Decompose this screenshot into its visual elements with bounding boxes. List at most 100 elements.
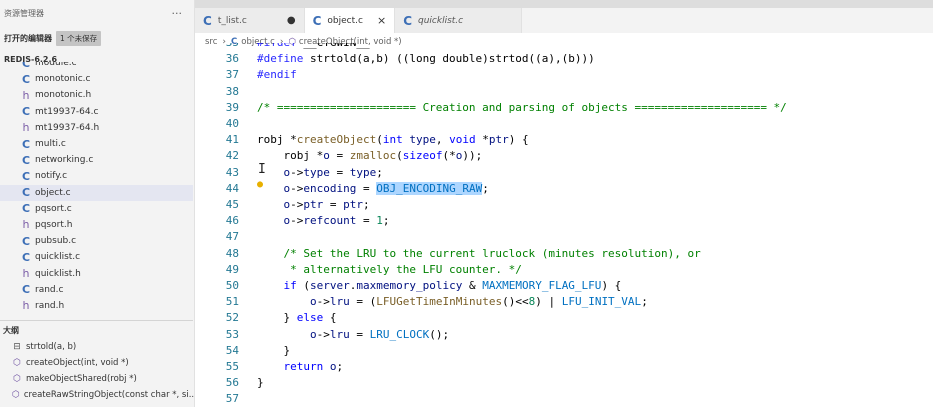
file-item[interactable]: Cnotify.c xyxy=(0,168,193,184)
code-line[interactable]: 38 xyxy=(195,84,933,100)
explorer-title: 资源管理器 xyxy=(4,8,44,18)
file-name: rand.h xyxy=(35,300,65,311)
line-number: 41 xyxy=(225,133,239,147)
outline-panel: 大纲 ⊟ strtold(a, b) ⬡ createObject(int, void… xyxy=(0,320,194,407)
file-name: pubsub.c xyxy=(35,236,77,247)
file-item[interactable]: h rand.h xyxy=(0,298,193,314)
tab-t-list-c[interactable]: Ct_list.c ● xyxy=(195,8,305,33)
function-icon: ⬡ xyxy=(13,358,21,368)
c-file-icon: C xyxy=(21,105,31,119)
code-line[interactable]: 40 xyxy=(195,116,933,132)
file-name: mt19937-64.h xyxy=(35,122,100,133)
line-number: 54 xyxy=(225,343,239,357)
code-line[interactable]: 48 /* Set the LRU to the current lrucloc… xyxy=(195,246,933,262)
code-line[interactable]: 37 #endif xyxy=(195,67,933,83)
file-item[interactable]: Cnetworking.c xyxy=(0,152,193,168)
code-text: #endif xyxy=(257,68,297,82)
file-item[interactable]: Cobject.c xyxy=(0,184,193,201)
code-editor[interactable]: 35 #ifdef __CYGWIN__ 36 #define strtold(a,b… xyxy=(195,43,933,407)
tab-label: object.c xyxy=(327,15,363,26)
line-number: 45 xyxy=(225,198,239,211)
code-text: if (server.maxmemory_policy & MAXMEMORY_… xyxy=(283,279,622,292)
file-name: mt19937-64.c xyxy=(35,106,99,117)
code-line[interactable]: 36 #define strtold(a,b) ((long double)str… xyxy=(195,51,933,67)
code-line[interactable]: 52 } else { xyxy=(195,310,933,326)
file-name: networking.c xyxy=(35,155,94,166)
code-line[interactable]: 56} xyxy=(195,375,933,391)
file-item[interactable]: Cpqsort.c xyxy=(0,201,193,217)
file-item[interactable]: Cmonotonic.c xyxy=(0,71,193,87)
code-line[interactable]: 55 return o; xyxy=(195,359,933,375)
function-icon: ⬡ xyxy=(13,374,21,384)
file-item[interactable]: Cmt19937-64.c xyxy=(0,104,193,120)
file-item[interactable]: h quicklist.h xyxy=(0,265,193,281)
file-item[interactable]: h pqsort.h xyxy=(0,217,193,233)
lightbulb-icon[interactable]: ● xyxy=(257,177,263,193)
editor-tab-bar: Ct_list.c ● Cobject.c × Cquicklist.c xyxy=(195,8,933,33)
open-editors-section[interactable]: 打开的编辑器 1 个未保存 xyxy=(0,26,194,50)
code-line[interactable]: 46 o->refcount = 1; xyxy=(195,213,933,229)
file-item[interactable]: h monotonic.h xyxy=(0,87,193,103)
line-number: 44 xyxy=(225,181,239,195)
code-line[interactable]: 43 o->type = type; xyxy=(195,165,933,181)
file-name: notify.c xyxy=(35,171,68,182)
file-item[interactable]: Cpubsub.c xyxy=(0,233,193,249)
code-text: o->lru = LRU_CLOCK(); xyxy=(309,327,450,341)
header-file-icon: h xyxy=(22,218,30,232)
file-name: quicklist.c xyxy=(35,252,81,263)
c-file-icon: C xyxy=(21,62,31,70)
line-number: 55 xyxy=(225,360,239,373)
file-tree: Cmodule.c Cmonotonic.c h monotonic.h Cmt1993… xyxy=(0,62,193,320)
line-number: 51 xyxy=(225,295,239,309)
header-file-icon: h xyxy=(22,88,30,102)
outline-item-label: strtold(a, b) xyxy=(26,342,77,352)
code-text: o->encoding = OBJ_ENCODING_RAW; xyxy=(283,181,489,195)
line-number: 36 xyxy=(225,52,239,66)
line-number: 43 xyxy=(225,165,239,179)
close-icon[interactable]: × xyxy=(377,14,386,27)
outline-item[interactable]: ⊟ strtold(a, b) xyxy=(0,339,193,355)
file-item[interactable]: Cmodule.c xyxy=(0,62,193,71)
file-item[interactable]: h mt19937-64.h xyxy=(0,120,193,136)
file-item[interactable]: Cmulti.c xyxy=(0,136,193,152)
more-actions-icon[interactable]: ··· xyxy=(172,7,183,20)
unsaved-dot-icon[interactable]: ● xyxy=(287,15,296,26)
line-number: 53 xyxy=(225,327,239,341)
tab-label: quicklist.c xyxy=(418,15,464,26)
outline-list: ⊟ strtold(a, b) ⬡ createObject(int, void *)… xyxy=(0,339,194,403)
outline-title[interactable]: 大纲 xyxy=(0,321,193,339)
line-number: 49 xyxy=(225,262,239,276)
line-number: 57 xyxy=(225,392,239,406)
tab-quicklist-c[interactable]: Cquicklist.c xyxy=(395,8,523,33)
code-line[interactable]: 49 * alternatively the LFU counter. */ xyxy=(195,262,933,278)
code-line[interactable]: 42 robj *o = zmalloc(sizeof(*o)); xyxy=(195,148,933,164)
line-number: 40 xyxy=(225,117,239,130)
file-name: rand.c xyxy=(35,284,64,295)
code-line[interactable]: 54 } xyxy=(195,343,933,359)
line-number: 56 xyxy=(225,376,239,390)
tab-object-c[interactable]: Cobject.c × xyxy=(304,8,396,33)
code-line[interactable]: 35 #ifdef __CYGWIN__ xyxy=(195,43,933,51)
line-number: 35 xyxy=(195,43,239,51)
c-file-icon: C xyxy=(312,13,322,28)
c-file-icon: C xyxy=(21,186,31,200)
code-line[interactable]: 39 /* ===================== Creation and … xyxy=(195,100,933,116)
outline-item[interactable]: ⬡ createRawStringObject(const char *, si.… xyxy=(0,387,194,403)
file-name: quicklist.h xyxy=(35,268,81,279)
code-line[interactable]: 47 xyxy=(195,229,933,245)
code-line[interactable]: 51 o->lru = (LFUGetTimeInMinutes()<<8) |… xyxy=(195,294,933,310)
code-text: o->refcount = 1; xyxy=(283,214,390,228)
code-line[interactable]: 50 if (server.maxmemory_policy & MAXMEMO… xyxy=(195,278,933,294)
file-name: module.c xyxy=(35,62,77,69)
file-item[interactable]: Cquicklist.c xyxy=(0,249,193,265)
outline-item[interactable]: ⬡ makeObjectShared(robj *) xyxy=(0,371,193,387)
code-line[interactable]: 57 xyxy=(195,391,933,407)
code-line[interactable]: 53 o->lru = LRU_CLOCK(); xyxy=(195,327,933,343)
code-line[interactable]: 41 robj *createObject(int type, void *ptr… xyxy=(195,132,933,148)
code-line[interactable]: 45 o->ptr = ptr; xyxy=(195,197,933,213)
c-file-icon: C xyxy=(21,153,31,167)
code-text: * alternatively the LFU counter. */ xyxy=(257,262,522,276)
outline-item[interactable]: ⬡ createObject(int, void *) xyxy=(0,355,193,371)
code-line[interactable]: 44 o->encoding = OBJ_ENCODING_RAW; ● xyxy=(195,179,933,197)
file-item[interactable]: Crand.c xyxy=(0,282,193,298)
